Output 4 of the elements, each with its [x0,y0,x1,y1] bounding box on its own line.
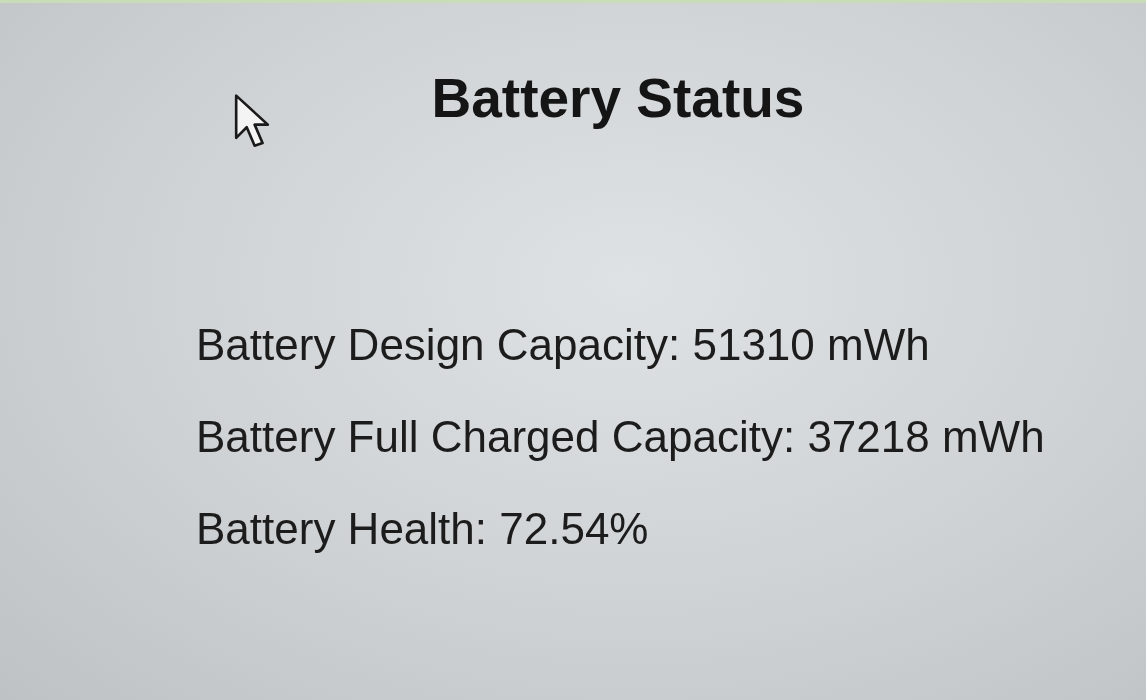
window-title: Battery Status [431,66,805,130]
status-line: Battery Design Capacity: 51310 mWh [196,319,930,371]
status-line: Battery Health: 72.54% [196,503,649,555]
status-line: Battery Full Charged Capacity: 37218 mWh [196,411,1045,463]
